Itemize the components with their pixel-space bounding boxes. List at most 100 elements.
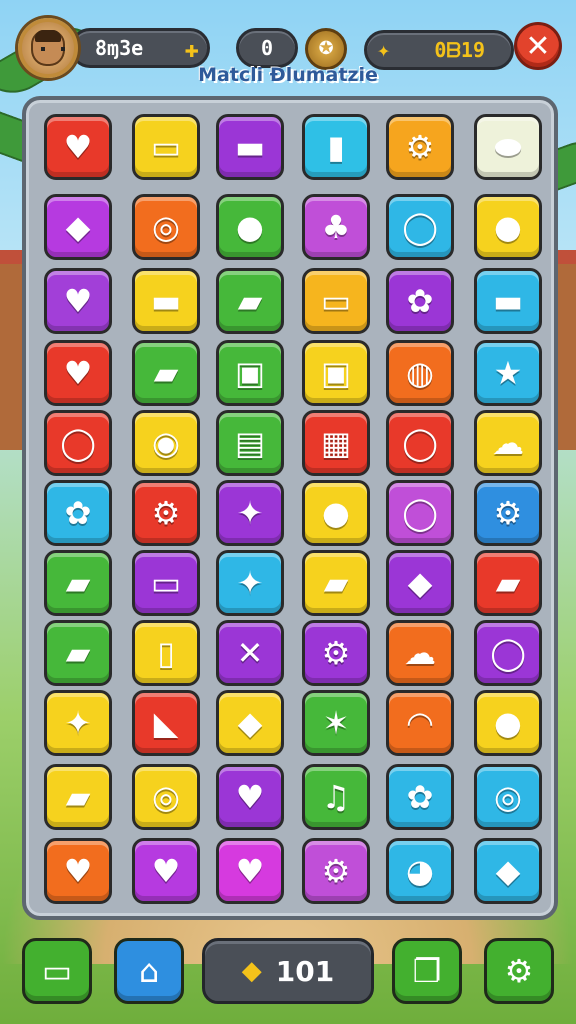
board-tile[interactable]: ▬ <box>216 114 284 180</box>
board-tile[interactable]: ✿ <box>44 480 112 546</box>
stick-icon: ▯ <box>157 634 175 672</box>
board-tile[interactable]: ▰ <box>44 550 112 616</box>
crayon-icon: ▰ <box>65 634 91 672</box>
board-tile[interactable]: ◆ <box>386 550 454 616</box>
board-tile[interactable]: ✦ <box>44 690 112 756</box>
heart-icon: ♥ <box>151 852 181 890</box>
board-tile[interactable]: ▰ <box>44 764 112 830</box>
board-tile[interactable]: ▤ <box>216 410 284 476</box>
player-name-panel[interactable]: 8ɱ3e ✚ <box>70 28 210 68</box>
home-icon: ⌂ <box>138 952 160 990</box>
board-tile[interactable]: ◆ <box>474 838 542 904</box>
card-icon: ✶ <box>322 704 350 742</box>
board-tile[interactable]: ♥ <box>216 838 284 904</box>
folder-icon: ▭ <box>41 952 73 990</box>
board-tile[interactable]: ◆ <box>216 690 284 756</box>
board-tile[interactable]: ◯ <box>474 620 542 686</box>
board-tile[interactable]: ● <box>474 194 542 260</box>
settings-button[interactable]: ⚙ <box>484 938 554 1004</box>
board-tile[interactable]: ◣ <box>132 690 200 756</box>
board-tile[interactable]: ▭ <box>132 550 200 616</box>
heart-icon: ♥ <box>235 778 265 816</box>
slime-icon: ☁ <box>492 424 524 462</box>
board-tile[interactable]: ⚙ <box>132 480 200 546</box>
avatar-face-icon <box>31 30 65 66</box>
board-tile[interactable]: ♥ <box>132 838 200 904</box>
board-tile[interactable]: ▣ <box>216 340 284 406</box>
board-tile[interactable]: ● <box>474 690 542 756</box>
board-tile[interactable]: ♥ <box>44 838 112 904</box>
board-tile[interactable]: ▯ <box>132 620 200 686</box>
coin-icon: ◉ <box>152 424 180 462</box>
bottom-bar: ▭ ⌂ ◆ 101 ❐ ⚙ <box>0 932 576 1012</box>
close-icon: ✕ <box>525 28 551 64</box>
board-tile[interactable]: ▰ <box>132 340 200 406</box>
board-tile[interactable]: ◍ <box>386 340 454 406</box>
board-tile[interactable]: ◯ <box>386 194 454 260</box>
board-tile[interactable]: ♥ <box>44 268 112 334</box>
plus-icon[interactable]: ✚ <box>185 35 199 63</box>
board-tile[interactable]: ◎ <box>474 764 542 830</box>
board-tile[interactable]: ▰ <box>302 550 370 616</box>
best-score-value: 0ᗷ19 <box>434 38 485 62</box>
board-tile[interactable]: ▮ <box>302 114 370 180</box>
board-tile[interactable]: ▭ <box>302 268 370 334</box>
heart-icon: ♥ <box>63 354 93 392</box>
board-tile[interactable]: ♥ <box>216 764 284 830</box>
board-tile[interactable]: ♥ <box>44 114 112 180</box>
board-tile[interactable]: ☁ <box>474 410 542 476</box>
board-tile[interactable]: ◕ <box>386 838 454 904</box>
board-tile[interactable]: ♫ <box>302 764 370 830</box>
board-tile[interactable]: ● <box>302 480 370 546</box>
board-tile[interactable]: ▦ <box>302 410 370 476</box>
heart-icon: ♥ <box>235 852 265 890</box>
tile-grid: ♥ ▭ ▬ ▮ ⚙ ⬬ ◆ ◎ ● ♣ ◯ ● ♥ ▬ ▰ ▭ ✿ ▬ ♥ ▰ ▣ ▣ ◍ ★ ◯ ◉ ▤ ▦ ◯ ☁ ✿ ⚙ ✦ ● ◯ ⚙ ▰ ▭ ✦ ▰… <box>40 114 542 904</box>
ticket-icon: ▭ <box>150 564 182 602</box>
board-tile[interactable]: ◯ <box>386 410 454 476</box>
board-tile[interactable]: ▰ <box>44 620 112 686</box>
board-tile[interactable]: ▭ <box>132 114 200 180</box>
board-tile[interactable]: ▬ <box>474 268 542 334</box>
board-tile[interactable]: ▬ <box>132 268 200 334</box>
candy-icon: ✦ <box>236 564 264 602</box>
board-tile[interactable]: ◎ <box>132 194 200 260</box>
tube-icon: ▰ <box>65 564 91 602</box>
target-icon: ◎ <box>152 778 180 816</box>
board-tile[interactable]: ⬬ <box>474 114 542 180</box>
board-tile[interactable]: ⚙ <box>302 838 370 904</box>
board-tile[interactable]: ♥ <box>44 340 112 406</box>
board-tile[interactable]: ⚙ <box>474 480 542 546</box>
board-tile[interactable]: ♣ <box>302 194 370 260</box>
case-icon: ▣ <box>234 354 266 392</box>
board-tile[interactable]: ✦ <box>216 480 284 546</box>
close-button[interactable]: ✕ <box>514 22 562 70</box>
board-tile[interactable]: ▰ <box>216 268 284 334</box>
board-tile[interactable]: ◉ <box>132 410 200 476</box>
board-tile[interactable]: ✿ <box>386 764 454 830</box>
home-button[interactable]: ⌂ <box>114 938 184 1004</box>
board-tile[interactable]: ◯ <box>44 410 112 476</box>
board-tile[interactable]: ✕ <box>216 620 284 686</box>
folder-button[interactable]: ▭ <box>22 938 92 1004</box>
cards-button[interactable]: ❐ <box>392 938 462 1004</box>
board-tile[interactable]: ▣ <box>302 340 370 406</box>
ring-icon: ◎ <box>152 208 180 246</box>
ring-icon: ◎ <box>494 778 522 816</box>
gem-icon: ◆ <box>241 956 262 986</box>
board-tile[interactable]: ● <box>216 194 284 260</box>
board-tile[interactable]: ✿ <box>386 268 454 334</box>
gem-icon: ◆ <box>237 704 263 742</box>
board-tile[interactable]: ★ <box>474 340 542 406</box>
board-tile[interactable]: ⚙ <box>302 620 370 686</box>
board-tile[interactable]: ◯ <box>386 480 454 546</box>
board-tile[interactable]: ☁ <box>386 620 454 686</box>
flower-icon: ✿ <box>64 494 92 532</box>
board-tile[interactable]: ◎ <box>132 764 200 830</box>
board-tile[interactable]: ✶ <box>302 690 370 756</box>
cards-icon: ❐ <box>412 952 442 990</box>
board-tile[interactable]: ◠ <box>386 690 454 756</box>
board-tile[interactable]: ✦ <box>216 550 284 616</box>
board-tile[interactable]: ◆ <box>44 194 112 260</box>
board-tile[interactable]: ▰ <box>474 550 542 616</box>
board-tile[interactable]: ⚙ <box>386 114 454 180</box>
